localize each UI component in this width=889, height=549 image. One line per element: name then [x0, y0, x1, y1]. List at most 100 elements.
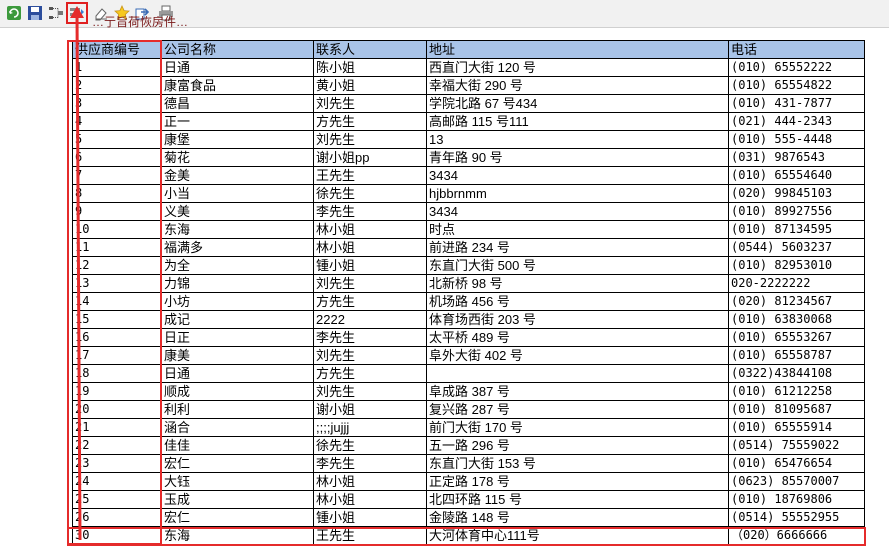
- table-row[interactable]: 16 日正 李先生 太平桥 489 号 (010) 65553267: [72, 328, 865, 347]
- cell-address[interactable]: 体育场西街 203 号: [426, 310, 729, 329]
- cell-company-name[interactable]: 顺成: [161, 382, 314, 401]
- cell-supplier-id[interactable]: 23: [72, 454, 162, 473]
- cell-contact[interactable]: 徐先生: [313, 436, 427, 455]
- cell-contact[interactable]: 陈小姐: [313, 58, 427, 77]
- table-row[interactable]: 25 玉成 林小姐 北四环路 115 号 (010) 18769806: [72, 490, 865, 509]
- cell-supplier-id[interactable]: 24: [72, 472, 162, 491]
- cell-phone[interactable]: (010) 18769806: [728, 490, 865, 509]
- cell-supplier-id[interactable]: 11: [72, 238, 162, 257]
- cell-supplier-id[interactable]: 21: [72, 418, 162, 437]
- cell-contact[interactable]: 李先生: [313, 454, 427, 473]
- cell-phone[interactable]: (031) 9876543: [728, 148, 865, 167]
- table-row[interactable]: 15 成记 2222 体育场西街 203 号 (010) 63830068: [72, 310, 865, 329]
- cell-company-name[interactable]: 涵合: [161, 418, 314, 437]
- table-row[interactable]: 21 涵合 ;;;;jujjj 前门大街 170 号 (010) 65555914: [72, 418, 865, 437]
- cell-address[interactable]: 大河体育中心111号: [426, 526, 729, 545]
- cell-address[interactable]: 幸福大街 290 号: [426, 76, 729, 95]
- table-row[interactable]: 9 义美 李先生 3434 (010) 89927556: [72, 202, 865, 221]
- cell-address[interactable]: 金陵路 148 号: [426, 508, 729, 527]
- cell-supplier-id[interactable]: 16: [72, 328, 162, 347]
- cell-contact[interactable]: 2222: [313, 310, 427, 329]
- cell-supplier-id[interactable]: 13: [72, 274, 162, 293]
- cell-address[interactable]: 正定路 178 号: [426, 472, 729, 491]
- cell-address[interactable]: 北四环路 115 号: [426, 490, 729, 509]
- cell-address[interactable]: 五一路 296 号: [426, 436, 729, 455]
- cell-company-name[interactable]: 东海: [161, 526, 314, 545]
- cell-supplier-id[interactable]: 4: [72, 112, 162, 131]
- cell-address[interactable]: 北新桥 98 号: [426, 274, 729, 293]
- table-row[interactable]: 2 康富食品 黄小姐 幸福大街 290 号 (010) 65554822: [72, 76, 865, 95]
- table-row[interactable]: 10 东海 林小姐 时点 (010) 87134595: [72, 220, 865, 239]
- cell-contact[interactable]: 方先生: [313, 112, 427, 131]
- cell-company-name[interactable]: 玉成: [161, 490, 314, 509]
- cell-contact[interactable]: 刘先生: [313, 382, 427, 401]
- cell-company-name[interactable]: 日正: [161, 328, 314, 347]
- cell-contact[interactable]: 方先生: [313, 292, 427, 311]
- cell-company-name[interactable]: 宏仁: [161, 454, 314, 473]
- cell-contact[interactable]: 王先生: [313, 166, 427, 185]
- cell-company-name[interactable]: 东海: [161, 220, 314, 239]
- cell-address[interactable]: 机场路 456 号: [426, 292, 729, 311]
- table-row[interactable]: 8 小当 徐先生 hjbbrnmm (020) 99845103: [72, 184, 865, 203]
- cell-contact[interactable]: 林小姐: [313, 472, 427, 491]
- cell-phone[interactable]: (010) 65555914: [728, 418, 865, 437]
- cell-address[interactable]: 3434: [426, 202, 729, 221]
- table-row[interactable]: 1 日通 陈小姐 西直门大街 120 号 (010) 65552222: [72, 58, 865, 77]
- cell-address[interactable]: 太平桥 489 号: [426, 328, 729, 347]
- cell-company-name[interactable]: 力锦: [161, 274, 314, 293]
- cell-phone[interactable]: (010) 65552222: [728, 58, 865, 77]
- cell-company-name[interactable]: 宏仁: [161, 508, 314, 527]
- cell-contact[interactable]: ;;;;jujjj: [313, 418, 427, 437]
- cell-supplier-id[interactable]: 19: [72, 382, 162, 401]
- table-row[interactable]: 3 德昌 刘先生 学院北路 67 号434 (010) 431-7877: [72, 94, 865, 113]
- table-row[interactable]: 12 为全 锺小姐 东直门大街 500 号 (010) 82953010: [72, 256, 865, 275]
- cell-company-name[interactable]: 为全: [161, 256, 314, 275]
- cell-contact[interactable]: 谢小姐: [313, 400, 427, 419]
- cell-company-name[interactable]: 日通: [161, 364, 314, 383]
- column-header-contact[interactable]: 联系人: [313, 40, 427, 59]
- cell-phone[interactable]: (020) 81234567: [728, 292, 865, 311]
- cell-contact[interactable]: 林小姐: [313, 238, 427, 257]
- cell-address[interactable]: 高邮路 115 号111: [426, 112, 729, 131]
- cell-company-name[interactable]: 菊花: [161, 148, 314, 167]
- table-row[interactable]: 4 正一 方先生 高邮路 115 号111 (021) 444-2343: [72, 112, 865, 131]
- cell-supplier-id[interactable]: 3: [72, 94, 162, 113]
- cell-contact[interactable]: 徐先生: [313, 184, 427, 203]
- cell-phone[interactable]: (0623) 85570007: [728, 472, 865, 491]
- cell-contact[interactable]: 谢小姐pp: [313, 148, 427, 167]
- cell-company-name[interactable]: 康富食品: [161, 76, 314, 95]
- save-icon[interactable]: [25, 3, 45, 23]
- cell-contact[interactable]: 刘先生: [313, 274, 427, 293]
- cell-supplier-id[interactable]: 8: [72, 184, 162, 203]
- cell-company-name[interactable]: 日通: [161, 58, 314, 77]
- cell-address[interactable]: 前门大街 170 号: [426, 418, 729, 437]
- cell-company-name[interactable]: 金美: [161, 166, 314, 185]
- cell-contact[interactable]: 王先生: [313, 526, 427, 545]
- cell-address[interactable]: 13: [426, 130, 729, 149]
- cell-contact[interactable]: 李先生: [313, 328, 427, 347]
- column-header-address[interactable]: 地址: [426, 40, 729, 59]
- table-row[interactable]: 5 康堡 刘先生 13 (010) 555-4448: [72, 130, 865, 149]
- cell-supplier-id[interactable]: 25: [72, 490, 162, 509]
- column-header-company-name[interactable]: 公司名称: [161, 40, 314, 59]
- cell-supplier-id[interactable]: 5: [72, 130, 162, 149]
- cell-phone[interactable]: (010) 431-7877: [728, 94, 865, 113]
- table-row[interactable]: 18 日通 方先生 (0322)43844108: [72, 364, 865, 383]
- cell-phone[interactable]: (010) 63830068: [728, 310, 865, 329]
- cell-supplier-id[interactable]: 12: [72, 256, 162, 275]
- cell-supplier-id[interactable]: 7: [72, 166, 162, 185]
- cell-contact[interactable]: 林小姐: [313, 220, 427, 239]
- cell-address[interactable]: [426, 364, 729, 383]
- cell-contact[interactable]: 刘先生: [313, 94, 427, 113]
- cell-supplier-id[interactable]: 18: [72, 364, 162, 383]
- cell-company-name[interactable]: 成记: [161, 310, 314, 329]
- cell-address[interactable]: 东直门大街 153 号: [426, 454, 729, 473]
- table-row[interactable]: 14 小坊 方先生 机场路 456 号 (020) 81234567: [72, 292, 865, 311]
- cell-address[interactable]: 复兴路 287 号: [426, 400, 729, 419]
- cell-address[interactable]: 青年路 90 号: [426, 148, 729, 167]
- insert-column-icon[interactable]: [66, 2, 88, 24]
- cell-company-name[interactable]: 康美: [161, 346, 314, 365]
- table-row[interactable]: 23 宏仁 李先生 东直门大街 153 号 (010) 65476654: [72, 454, 865, 473]
- refresh-icon[interactable]: [4, 3, 24, 23]
- cell-contact[interactable]: 李先生: [313, 202, 427, 221]
